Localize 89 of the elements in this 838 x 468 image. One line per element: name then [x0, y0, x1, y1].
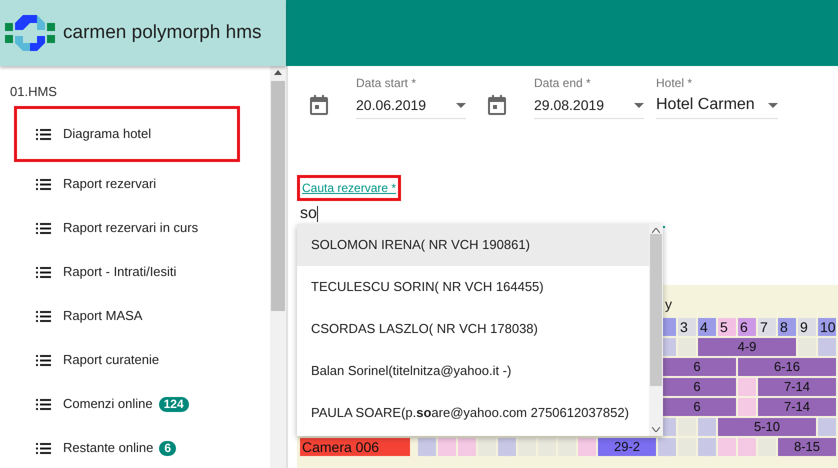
- scroll-down-icon[interactable]: [652, 427, 660, 432]
- day-header: 10: [818, 318, 836, 336]
- list-icon: [36, 266, 51, 278]
- day-cell[interactable]: [438, 438, 456, 456]
- menu-label: Raport rezervari: [63, 175, 156, 194]
- app-title: carmen polymorph hms: [63, 20, 262, 45]
- day-cell[interactable]: [578, 438, 596, 456]
- scroll-up-icon[interactable]: [652, 228, 660, 233]
- count-badge: 124: [158, 396, 189, 412]
- logo-icon: [3, 13, 57, 53]
- booking-bar[interactable]: 6-16: [738, 358, 836, 376]
- day-cell[interactable]: [738, 378, 756, 396]
- day-cell[interactable]: [698, 418, 716, 436]
- field-label: Cauta rezervare *: [297, 175, 402, 201]
- text-cursor: [316, 206, 318, 222]
- list-icon: [36, 398, 51, 410]
- day-cell[interactable]: [478, 438, 496, 456]
- day-header: 5: [718, 318, 736, 336]
- list-icon: [36, 354, 51, 366]
- menu-item[interactable]: Raport curatenie: [14, 338, 240, 382]
- menu-label: Raport - Intrati/Iesiti: [63, 263, 176, 282]
- scroll-thumb[interactable]: [650, 234, 662, 386]
- suggestion-item[interactable]: SOLOMON IRENA( NR VCH 190861): [297, 224, 649, 266]
- day-header: 8: [778, 318, 796, 336]
- list-icon: [36, 128, 51, 140]
- day-cell[interactable]: [698, 438, 716, 456]
- list-icon: [36, 178, 51, 190]
- select-field[interactable]: Data end * 29.08.2019: [534, 76, 644, 119]
- scrollbar[interactable]: [649, 224, 663, 436]
- calendar-icon[interactable]: [310, 95, 328, 115]
- count-badge: 6: [159, 440, 176, 456]
- list-icon: [36, 442, 51, 454]
- field-label: Data end *: [534, 76, 592, 90]
- field-value: 20.06.2019: [356, 96, 426, 114]
- day-header: 7: [758, 318, 776, 336]
- day-cell[interactable]: [518, 438, 536, 456]
- menu-label: Raport curatenie: [63, 351, 160, 370]
- menu-label: Diagrama hotel: [63, 125, 152, 144]
- menu-label: Restante online: [63, 439, 154, 458]
- menu-label: Raport rezervari in curs: [63, 219, 198, 238]
- calendar-icon[interactable]: [488, 95, 506, 115]
- day-header: 4: [698, 318, 716, 336]
- calendar-title: y: [664, 296, 673, 312]
- day-cell[interactable]: [458, 438, 476, 456]
- list-icon: [36, 222, 51, 234]
- scrollbar[interactable]: [270, 66, 286, 468]
- booking-bar[interactable]: 4-9: [698, 338, 796, 356]
- day-header: 6: [738, 318, 756, 336]
- day-cell[interactable]: [538, 438, 556, 456]
- list-icon: [36, 310, 51, 322]
- day-cell[interactable]: [718, 438, 736, 456]
- booking-bar[interactable]: 7-14: [758, 378, 836, 396]
- field-value: so: [300, 204, 317, 224]
- booking-bar[interactable]: 8-15: [778, 438, 836, 456]
- scroll-thumb[interactable]: [271, 81, 285, 311]
- menu-item[interactable]: Restante online 6: [14, 426, 240, 468]
- day-cell[interactable]: [818, 418, 836, 436]
- day-cell[interactable]: [738, 398, 756, 416]
- menu-label: Raport MASA: [63, 307, 142, 326]
- room-label: Camera 006: [300, 438, 410, 456]
- caret-icon: [634, 102, 644, 108]
- menu-item[interactable]: Raport MASA: [14, 294, 240, 338]
- field-label: Data start *: [356, 76, 418, 90]
- day-cell[interactable]: [658, 438, 676, 456]
- menu-item[interactable]: Diagrama hotel: [14, 106, 240, 162]
- menu-item[interactable]: Raport rezervari in curs: [14, 206, 240, 250]
- caret-icon: [456, 102, 466, 108]
- menu-item[interactable]: Raport - Intrati/Iesiti: [14, 250, 240, 294]
- menu-item[interactable]: Comenzi online 124: [14, 382, 240, 426]
- scroll-up-icon[interactable]: [274, 70, 282, 75]
- day-cell[interactable]: [498, 438, 516, 456]
- menu-label: Comenzi online: [63, 395, 153, 414]
- day-cell[interactable]: [558, 438, 576, 456]
- booking-bar[interactable]: 7-14: [758, 398, 836, 416]
- booking-bar[interactable]: 5-10: [718, 418, 816, 436]
- menu-item[interactable]: Raport rezervari: [14, 162, 240, 206]
- booking-bar[interactable]: 29-2: [598, 438, 656, 456]
- day-header: 9: [798, 318, 816, 336]
- day-header: 3: [678, 318, 696, 336]
- day-cell[interactable]: [818, 338, 836, 356]
- field-value: Hotel Carmen: [656, 96, 755, 114]
- field-value: 29.08.2019: [534, 96, 604, 114]
- caret-icon: [768, 102, 778, 108]
- day-cell[interactable]: [738, 438, 756, 456]
- select-field[interactable]: Hotel * Hotel Carmen: [656, 76, 778, 119]
- section-title: 01.HMS: [9, 84, 58, 100]
- select-field[interactable]: Data start * 20.06.2019: [356, 76, 466, 119]
- field-label: Hotel *: [656, 76, 694, 90]
- day-cell[interactable]: [418, 438, 436, 456]
